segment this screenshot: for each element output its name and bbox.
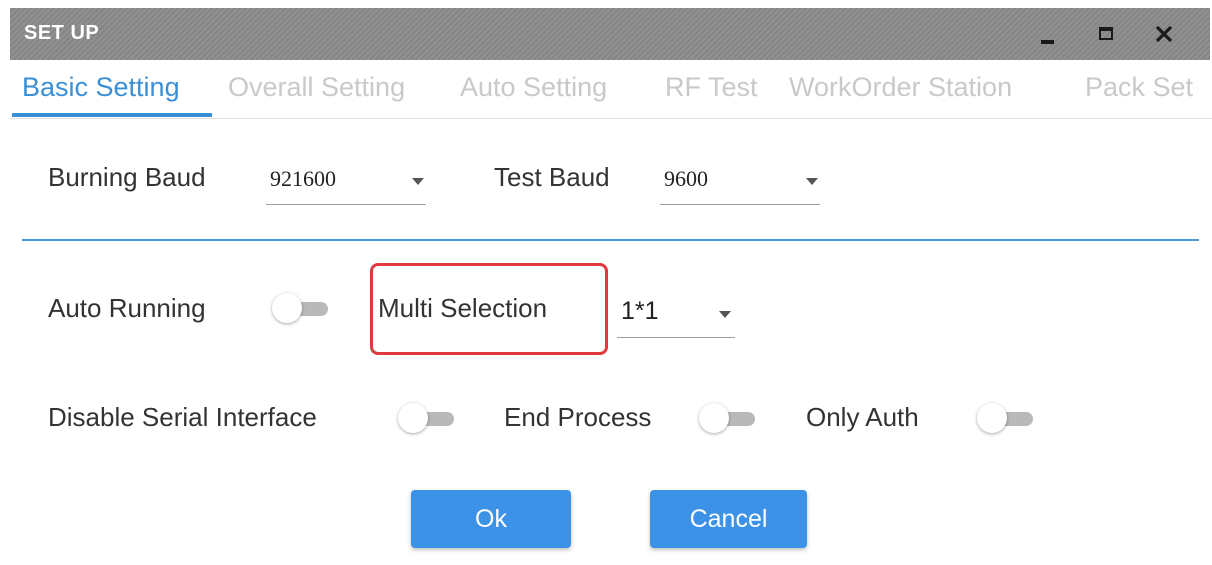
maximize-icon <box>1099 27 1113 40</box>
toggle-knob <box>699 403 729 433</box>
tab-pack-set[interactable]: Pack Set <box>1085 72 1193 103</box>
multi-selection-label: Multi Selection <box>378 293 548 323</box>
burning-baud-select[interactable]: 921600 <box>266 160 426 205</box>
only-auth-toggle[interactable] <box>975 403 1039 435</box>
tab-rf-test[interactable]: RF Test <box>665 72 758 103</box>
end-process-toggle[interactable] <box>697 403 761 435</box>
toggle-knob <box>977 403 1007 433</box>
burning-baud-value: 921600 <box>270 166 336 191</box>
ok-button[interactable]: Ok <box>411 490 571 548</box>
chevron-down-icon <box>806 178 818 185</box>
toggle-knob <box>398 403 428 433</box>
auto-running-toggle[interactable] <box>270 293 334 325</box>
test-baud-value: 9600 <box>664 166 708 191</box>
maximize-button[interactable] <box>1088 16 1124 52</box>
burning-baud-label: Burning Baud <box>48 162 206 192</box>
tab-overall-setting[interactable]: Overall Setting <box>228 72 405 103</box>
multi-selection-value: 1*1 <box>621 297 659 325</box>
close-button[interactable] <box>1146 16 1182 52</box>
auto-running-label: Auto Running <box>48 293 206 323</box>
window-title: SET UP <box>24 22 100 44</box>
chevron-down-icon <box>412 178 424 185</box>
disable-serial-interface-toggle[interactable] <box>396 403 460 435</box>
title-bar: SET UP <box>10 8 1210 60</box>
only-auth-label: Only Auth <box>806 402 919 432</box>
chevron-down-icon <box>719 311 731 318</box>
toggle-knob <box>272 293 302 323</box>
close-icon <box>1155 25 1173 43</box>
test-baud-select[interactable]: 9600 <box>660 160 820 205</box>
disable-serial-interface-label: Disable Serial Interface <box>48 402 317 432</box>
tab-bar: Basic Setting Overall Setting Auto Setti… <box>10 68 1212 119</box>
active-tab-indicator <box>12 113 212 117</box>
minimize-icon <box>1041 40 1054 44</box>
tab-workorder-station[interactable]: WorkOrder Station <box>789 72 1012 103</box>
test-baud-label: Test Baud <box>494 162 610 192</box>
multi-selection-select[interactable]: 1*1 <box>617 293 735 338</box>
tab-basic-setting[interactable]: Basic Setting <box>22 72 180 103</box>
section-divider <box>22 239 1199 241</box>
cancel-button[interactable]: Cancel <box>650 490 807 548</box>
tab-auto-setting[interactable]: Auto Setting <box>460 72 607 103</box>
minimize-button[interactable] <box>1030 16 1066 52</box>
end-process-label: End Process <box>504 402 652 432</box>
